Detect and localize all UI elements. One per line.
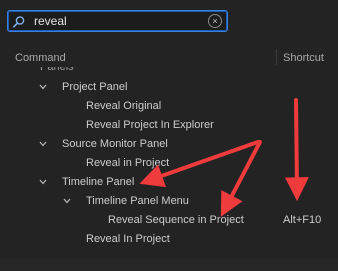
tree-row[interactable]: Project Panel <box>0 78 338 96</box>
tree-row[interactable]: Reveal Original <box>0 97 338 115</box>
column-header: Command Shortcut <box>0 49 338 67</box>
tree-row[interactable]: Source Monitor Panel <box>0 135 338 153</box>
tree-row-partial[interactable]: Panels <box>0 67 338 76</box>
tree-row-label: Reveal in Project <box>86 157 170 169</box>
shortcut-column-header[interactable]: Shortcut <box>283 52 324 64</box>
tree-row-label: Timeline Panel Menu <box>86 195 189 207</box>
bottom-bar <box>0 258 338 271</box>
tree-row-label: Panels <box>40 67 74 73</box>
command-column-header[interactable]: Command <box>15 52 66 64</box>
tree-row[interactable]: Reveal In Project <box>0 230 338 248</box>
chevron-down-icon[interactable] <box>39 179 47 185</box>
tree-row[interactable]: Timeline Panel Menu <box>0 192 338 210</box>
tree-row[interactable]: Timeline Panel <box>0 173 338 191</box>
close-icon: × <box>212 15 218 26</box>
tree-row-label: Reveal Original <box>86 100 162 112</box>
tree-row-label: Reveal Project In Explorer <box>86 119 214 131</box>
tree-row[interactable]: Reveal Project In Explorer <box>0 116 338 134</box>
tree-row-label: Project Panel <box>62 81 128 93</box>
tree-row[interactable]: Reveal in Project <box>0 154 338 172</box>
column-divider[interactable] <box>276 49 277 65</box>
tree-row-label: Source Monitor Panel <box>62 138 168 150</box>
search-icon <box>12 16 25 28</box>
command-tree: Panels Project Panel Reveal Original Revea… <box>0 67 338 253</box>
tree-row[interactable]: Reveal Sequence in Project Alt+F10 <box>0 211 338 229</box>
tree-row-label: Reveal In Project <box>86 233 170 245</box>
search-input[interactable] <box>34 12 204 30</box>
chevron-down-icon[interactable] <box>39 141 47 147</box>
search-field[interactable]: × <box>7 10 228 32</box>
scrollbar[interactable] <box>332 70 338 253</box>
chevron-down-icon[interactable] <box>63 198 71 204</box>
shortcut-value: Alt+F10 <box>283 214 322 226</box>
tree-row-label: Timeline Panel <box>62 176 135 188</box>
chevron-down-icon[interactable] <box>39 84 47 90</box>
clear-search-button[interactable]: × <box>208 14 222 28</box>
tree-row-label: Reveal Sequence in Project <box>108 214 244 226</box>
